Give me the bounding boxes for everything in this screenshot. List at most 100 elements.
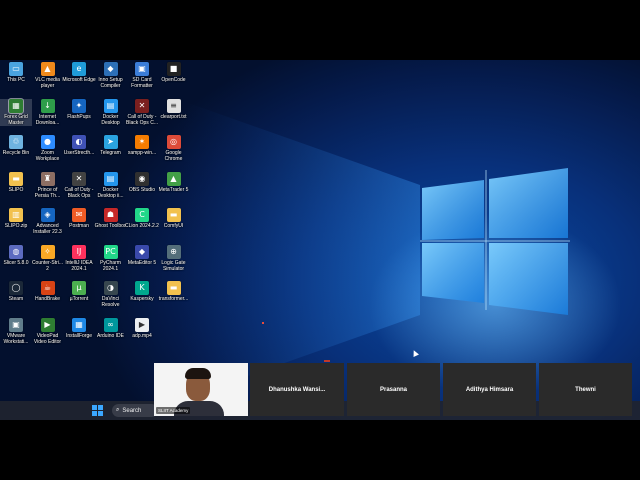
desktop-icon-metaeditor-5[interactable]: ◆ MetaEditor 5 [126, 244, 158, 266]
desktop-icon-label: transformer... [158, 296, 189, 302]
clearport-txt-icon: ≡ [166, 98, 181, 113]
desktop-icon-zoom-workplace[interactable]: ● Zoom Workplace [32, 135, 64, 162]
desktop-icon-this-pc[interactable]: ▭ This PC [0, 62, 32, 83]
desktop-icon-ghost-toolbox[interactable]: ☗ Ghost Toolbox [95, 208, 127, 229]
desktop-icon-comfyui[interactable]: ▬ ComfyUI [158, 208, 190, 229]
desktop-icon-steam[interactable]: ◯ Steam [0, 281, 32, 302]
desktop-icon-docker-desktop[interactable]: ▤ Docker Desktop [95, 98, 127, 126]
desktop-icon-microsoft-edge[interactable]: e Microsoft Edge [62, 62, 96, 83]
desktop-icon-forex-grid-master[interactable]: ▦ Forex Grid Master [0, 97, 32, 126]
desktop-icon-label: MetaEditor 5 [127, 259, 157, 266]
desktop-icon-call-of-duty-black-ops[interactable]: ✕ Call of Duty - Black Ops [63, 171, 95, 199]
desktop-icon-xampp-win[interactable]: ✶ xampp-win... [126, 135, 158, 156]
desktop-icon-label: VideoPad Video Editor [33, 332, 62, 345]
steam-icon: ◯ [9, 281, 23, 295]
docker-desktop-ii-icon: ▤ [103, 171, 118, 186]
windows-start-icon[interactable] [92, 405, 103, 416]
desktop-icon-slipo-zip[interactable]: ▥ SLIPO.zip [0, 208, 32, 229]
desktop-icon-vmware-workstati[interactable]: ▣ VMware Workstati... [0, 317, 32, 345]
desktop-icon-label: HandBrake [34, 296, 60, 302]
participant-tile[interactable]: Thewni [539, 363, 632, 416]
call-of-duty-black-ops-icon: ✕ [72, 171, 86, 186]
desktop-icon-label: CLion 2024.2.2 [125, 223, 159, 229]
desktop-icon-kaspersky[interactable]: K Kaspersky [126, 281, 158, 302]
desktop-icon-label: Advanced Installer 22.3 [33, 223, 62, 235]
desktop-icon-label: Google Chrome [164, 150, 183, 162]
desktop-icon-label: Inno Setup Compiler [98, 77, 123, 89]
desktop-icon-inno-setup-compiler[interactable]: ◆ Inno Setup Compiler [95, 62, 127, 89]
desktop-icon-davinci-resolve[interactable]: ◑ DaVinci Resolve [95, 281, 127, 308]
google-chrome-icon: ◎ [166, 135, 181, 149]
meeting-participant-strip: SLIIT Academy Dhanushka Wansi... Prasann… [154, 363, 634, 418]
desktop-icon-obs-studio[interactable]: ◉ OBS Studio [126, 171, 158, 193]
adp-mp4-icon: ▶ [135, 317, 149, 332]
desktop-icon-prince-of-persia-th[interactable]: ♜ Prince of Persia Th... [32, 171, 64, 199]
desktop-icon-counter-stri-2[interactable]: ✧ Counter-Stri... 2 [32, 244, 64, 272]
call-of-duty-black-ops-c-icon: ✕ [135, 98, 149, 113]
slicer-5-8-0-icon: ◍ [9, 244, 23, 259]
desktop-icon-intellij-idea-2024-1[interactable]: IJ IntelliJ IDEA 2024.1 [63, 244, 95, 272]
desktop-icon-slicer-5-8-0[interactable]: ◍ Slicer 5.8.0 [0, 244, 32, 266]
videopad-video-editor-icon: ▶ [40, 317, 55, 332]
sd-card-formatter-icon: ▣ [135, 62, 149, 76]
desktop-icon-google-chrome[interactable]: ◎ Google Chrome [158, 135, 190, 162]
desktop-icon-label: adp.mp4 [132, 332, 152, 339]
desktop-icon-slipo[interactable]: ▬ SLIPO [0, 171, 32, 193]
desktop-icon-vlc-media-player[interactable]: ▲ VLC media player [32, 62, 64, 89]
participant-name: Prasanna [379, 386, 407, 393]
desktop-icon-logic-gate-simulator[interactable]: ⊕ Logic Gate Simulator [158, 244, 190, 272]
userstrecth-icon: ◐ [72, 135, 86, 149]
participant-name: Thewni [575, 386, 596, 393]
desktop-icon-label: VMware Workstati... [3, 332, 29, 345]
desktop-icon-clearport-txt[interactable]: ≡ clearport.txt [158, 98, 190, 120]
installforge-icon: ▦ [72, 317, 86, 332]
opencode-icon: ■ [166, 62, 181, 76]
desktop-icon-postman[interactable]: ✉ Postman [63, 208, 95, 229]
search-icon: ⌕ [116, 407, 120, 413]
person-hair [185, 368, 211, 379]
desktop-icon-arduino-ide[interactable]: ∞ Arduino IDE [95, 317, 127, 339]
participant-tile[interactable]: Dhanushka Wansi... [250, 363, 344, 416]
desktop-icon-transformer[interactable]: ▬ transformer... [158, 281, 190, 302]
participant-tile[interactable]: Prasanna [347, 363, 440, 416]
desktop-icon-label: IntelliJ IDEA 2024.1 [65, 259, 93, 272]
participant-name: Adithya Himsara [465, 386, 514, 393]
desktop-icon-internet-downloa[interactable]: ↓ Internet Downloa... [32, 98, 64, 126]
clion-2024-2-2-icon: C [135, 208, 149, 222]
desktop-icon-label: Call of Duty - Black Ops [64, 186, 94, 199]
advanced-installer-22-3-icon: ◈ [40, 208, 55, 222]
self-video-tile[interactable]: SLIIT Academy [154, 363, 248, 416]
arduino-ide-icon: ∞ [103, 317, 118, 332]
desktop-icon-clion-2024-2-2[interactable]: C CLion 2024.2.2 [125, 208, 159, 229]
prince-of-persia-th-icon: ♜ [40, 171, 55, 186]
metaeditor-5-icon: ◆ [135, 244, 149, 259]
inno-setup-compiler-icon: ◆ [103, 62, 118, 76]
desktop-icon-adp-mp4[interactable]: ▶ adp.mp4 [126, 317, 158, 339]
desktop-icon-sd-card-formatter[interactable]: ▣ SD Card Formatter [126, 62, 158, 89]
desktop-icon-advanced-installer-22-3[interactable]: ◈ Advanced Installer 22.3 [32, 208, 64, 235]
desktop-icon-torrent[interactable]: µ µTorrent [63, 281, 95, 302]
desktop-icon-userstrecth[interactable]: ◐ UserStrecth... [63, 135, 95, 156]
desktop-icon-recycle-bin[interactable]: ♲ Recycle Bin [0, 135, 32, 156]
desktop-icon-label: OBS Studio [128, 186, 156, 193]
desktop-icon-opencode[interactable]: ■ OpenCode [158, 62, 190, 83]
desktop-icon-pycharm-2024-1[interactable]: PC PyCharm 2024.1 [95, 244, 127, 272]
internet-downloa-icon: ↓ [40, 98, 55, 113]
desktop-icon-label: FlashPups [67, 113, 91, 120]
desktop-icon-handbrake[interactable]: ☕ HandBrake [32, 281, 64, 302]
forex-grid-master-icon: ▦ [8, 97, 24, 114]
desktop-icon-flashpups[interactable]: ✦ FlashPups [63, 98, 95, 120]
desktop-icon-docker-desktop-ii[interactable]: ▤ Docker Desktop ii... [95, 171, 127, 199]
comfyui-icon: ▬ [166, 208, 181, 222]
this-pc-icon: ▭ [9, 62, 23, 76]
desktop-icon-call-of-duty-black-ops-c[interactable]: ✕ Call of Duty - Black Ops C... [126, 98, 158, 126]
participant-tile[interactable]: Adithya Himsara [443, 363, 536, 416]
desktop-icon-telegram[interactable]: ➤ Telegram [95, 135, 127, 156]
desktop-icon-label: Forex Grid Master [4, 113, 28, 126]
participant-name: Dhanushka Wansi... [268, 386, 326, 393]
desktop-icon-metatrader-5[interactable]: ▲ MetaTrader 5 [158, 171, 190, 193]
desktop-icon-videopad-video-editor[interactable]: ▶ VideoPad Video Editor [32, 317, 64, 345]
desktop-icon-installforge[interactable]: ▦ InstallForge [63, 317, 95, 339]
taskbar-search[interactable]: ⌕ Search [112, 404, 158, 417]
desktop-icon-label: Call of Duty - Black Ops C... [126, 113, 158, 126]
